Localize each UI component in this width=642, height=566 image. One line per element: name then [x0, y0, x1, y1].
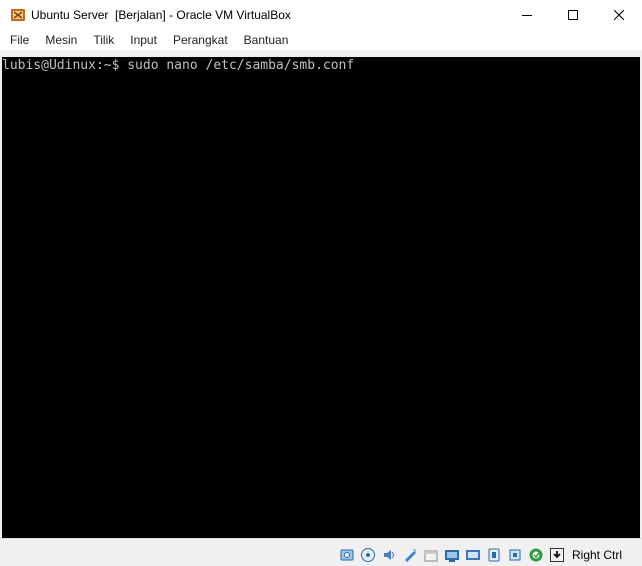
hard-disk-icon[interactable]: [338, 546, 356, 564]
menu-file[interactable]: File: [0, 30, 37, 50]
status-bar: Right Ctrl: [0, 538, 642, 566]
vm-display[interactable]: lubis@Udinux:~$ sudo nano /etc/samba/smb…: [2, 57, 640, 538]
display-icon[interactable]: [464, 546, 482, 564]
maximize-button[interactable]: [550, 0, 596, 30]
terminal-line: lubis@Udinux:~$ sudo nano /etc/samba/smb…: [2, 58, 355, 73]
audio-icon[interactable]: [380, 546, 398, 564]
maximize-icon: [568, 10, 578, 20]
keyboard-capture-icon[interactable]: [548, 546, 566, 564]
menu-bar: File Mesin Tilik Input Perangkat Bantuan: [0, 30, 642, 50]
host-key-label: Right Ctrl: [571, 548, 622, 562]
menu-perangkat[interactable]: Perangkat: [165, 30, 236, 50]
window-title: Ubuntu Server [Berjalan] - Oracle VM Vir…: [31, 8, 291, 22]
shared-folders-icon[interactable]: [443, 546, 461, 564]
menu-input[interactable]: Input: [122, 30, 165, 50]
video-capture-icon[interactable]: [485, 546, 503, 564]
window-controls: [504, 0, 642, 30]
status-icons: Right Ctrl: [338, 546, 642, 564]
menu-bantuan[interactable]: Bantuan: [236, 30, 297, 50]
optical-drive-icon[interactable]: [359, 546, 377, 564]
title-bar[interactable]: Ubuntu Server [Berjalan] - Oracle VM Vir…: [0, 0, 642, 30]
menu-tilik[interactable]: Tilik: [85, 30, 122, 50]
close-button[interactable]: [596, 0, 642, 30]
menu-separator: [0, 50, 642, 57]
menu-mesin[interactable]: Mesin: [37, 30, 85, 50]
network-icon[interactable]: [401, 546, 419, 564]
mouse-integration-icon[interactable]: [527, 546, 545, 564]
minimize-icon: [522, 15, 532, 16]
cpu-icon[interactable]: [506, 546, 524, 564]
usb-icon[interactable]: [422, 546, 440, 564]
virtualbox-app-icon: [11, 9, 25, 21]
minimize-button[interactable]: [504, 0, 550, 30]
close-icon: [614, 10, 624, 20]
